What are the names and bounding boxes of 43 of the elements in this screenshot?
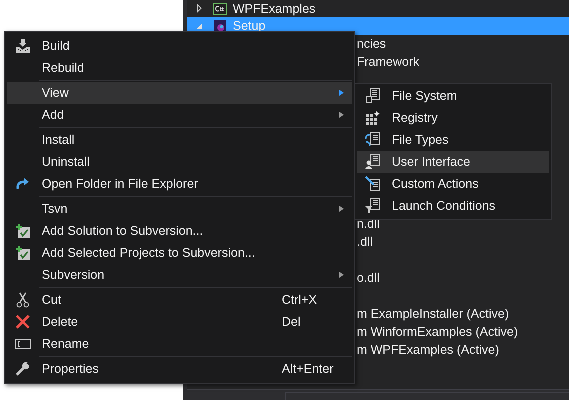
tree-item-label: Setup <box>233 19 266 33</box>
tree-item[interactable]: WPFExamples <box>187 0 569 17</box>
menu-item[interactable]: Launch Conditions <box>357 195 549 217</box>
wrench-icon <box>15 361 31 377</box>
expander-icon[interactable] <box>195 4 204 13</box>
add-check-icon <box>15 245 31 261</box>
shortcut-text: Del <box>282 315 302 329</box>
shortcut-text: Alt+Enter <box>282 362 335 376</box>
menu-item[interactable]: Rebuild <box>7 57 352 79</box>
menu-item[interactable]: Install <box>7 129 352 151</box>
menu-item[interactable]: Rename <box>7 333 352 355</box>
menu-item[interactable]: Delete Del <box>7 311 352 333</box>
delete-icon <box>15 314 31 330</box>
user-document-icon <box>365 154 381 170</box>
shortcut-text: Ctrl+X <box>282 293 318 307</box>
menu-item[interactable]: Tsvn <box>7 198 352 220</box>
menu-item[interactable]: Subversion <box>7 264 352 286</box>
menu-item[interactable]: Add <box>7 104 352 126</box>
menu-item[interactable]: Cut Ctrl+X <box>7 289 352 311</box>
menu-item[interactable]: User Interface <box>357 151 549 173</box>
add-check-icon <box>15 223 31 239</box>
grid-icon <box>365 110 381 126</box>
document-pen-icon <box>365 176 381 192</box>
menu-item[interactable]: Add Solution to Subversion... <box>7 220 352 242</box>
setup-project-icon <box>213 19 227 33</box>
menu-item[interactable]: File Types <box>357 129 549 151</box>
menu-item[interactable]: Uninstall <box>7 151 352 173</box>
menu-item[interactable]: Open Folder in File Explorer <box>7 173 352 195</box>
document-arrow-icon <box>365 132 381 148</box>
scissors-icon <box>15 292 31 308</box>
menu-item[interactable]: Custom Actions <box>357 173 549 195</box>
curved-arrow-icon <box>15 176 31 192</box>
document-filter-icon <box>365 198 381 214</box>
tree-item-label: WPFExamples <box>233 2 316 16</box>
build-icon <box>15 38 31 54</box>
menu-item[interactable]: View <box>7 82 352 104</box>
rename-icon <box>15 336 31 352</box>
menu-item[interactable]: Properties Alt+Enter <box>7 358 352 380</box>
menu-item[interactable]: File System <box>357 85 549 107</box>
menu-item[interactable]: Add Selected Projects to Subversion... <box>7 242 352 264</box>
document-icon <box>365 88 381 104</box>
menu-item[interactable]: Build <box>7 35 352 57</box>
menu-item[interactable]: Registry <box>357 107 549 129</box>
